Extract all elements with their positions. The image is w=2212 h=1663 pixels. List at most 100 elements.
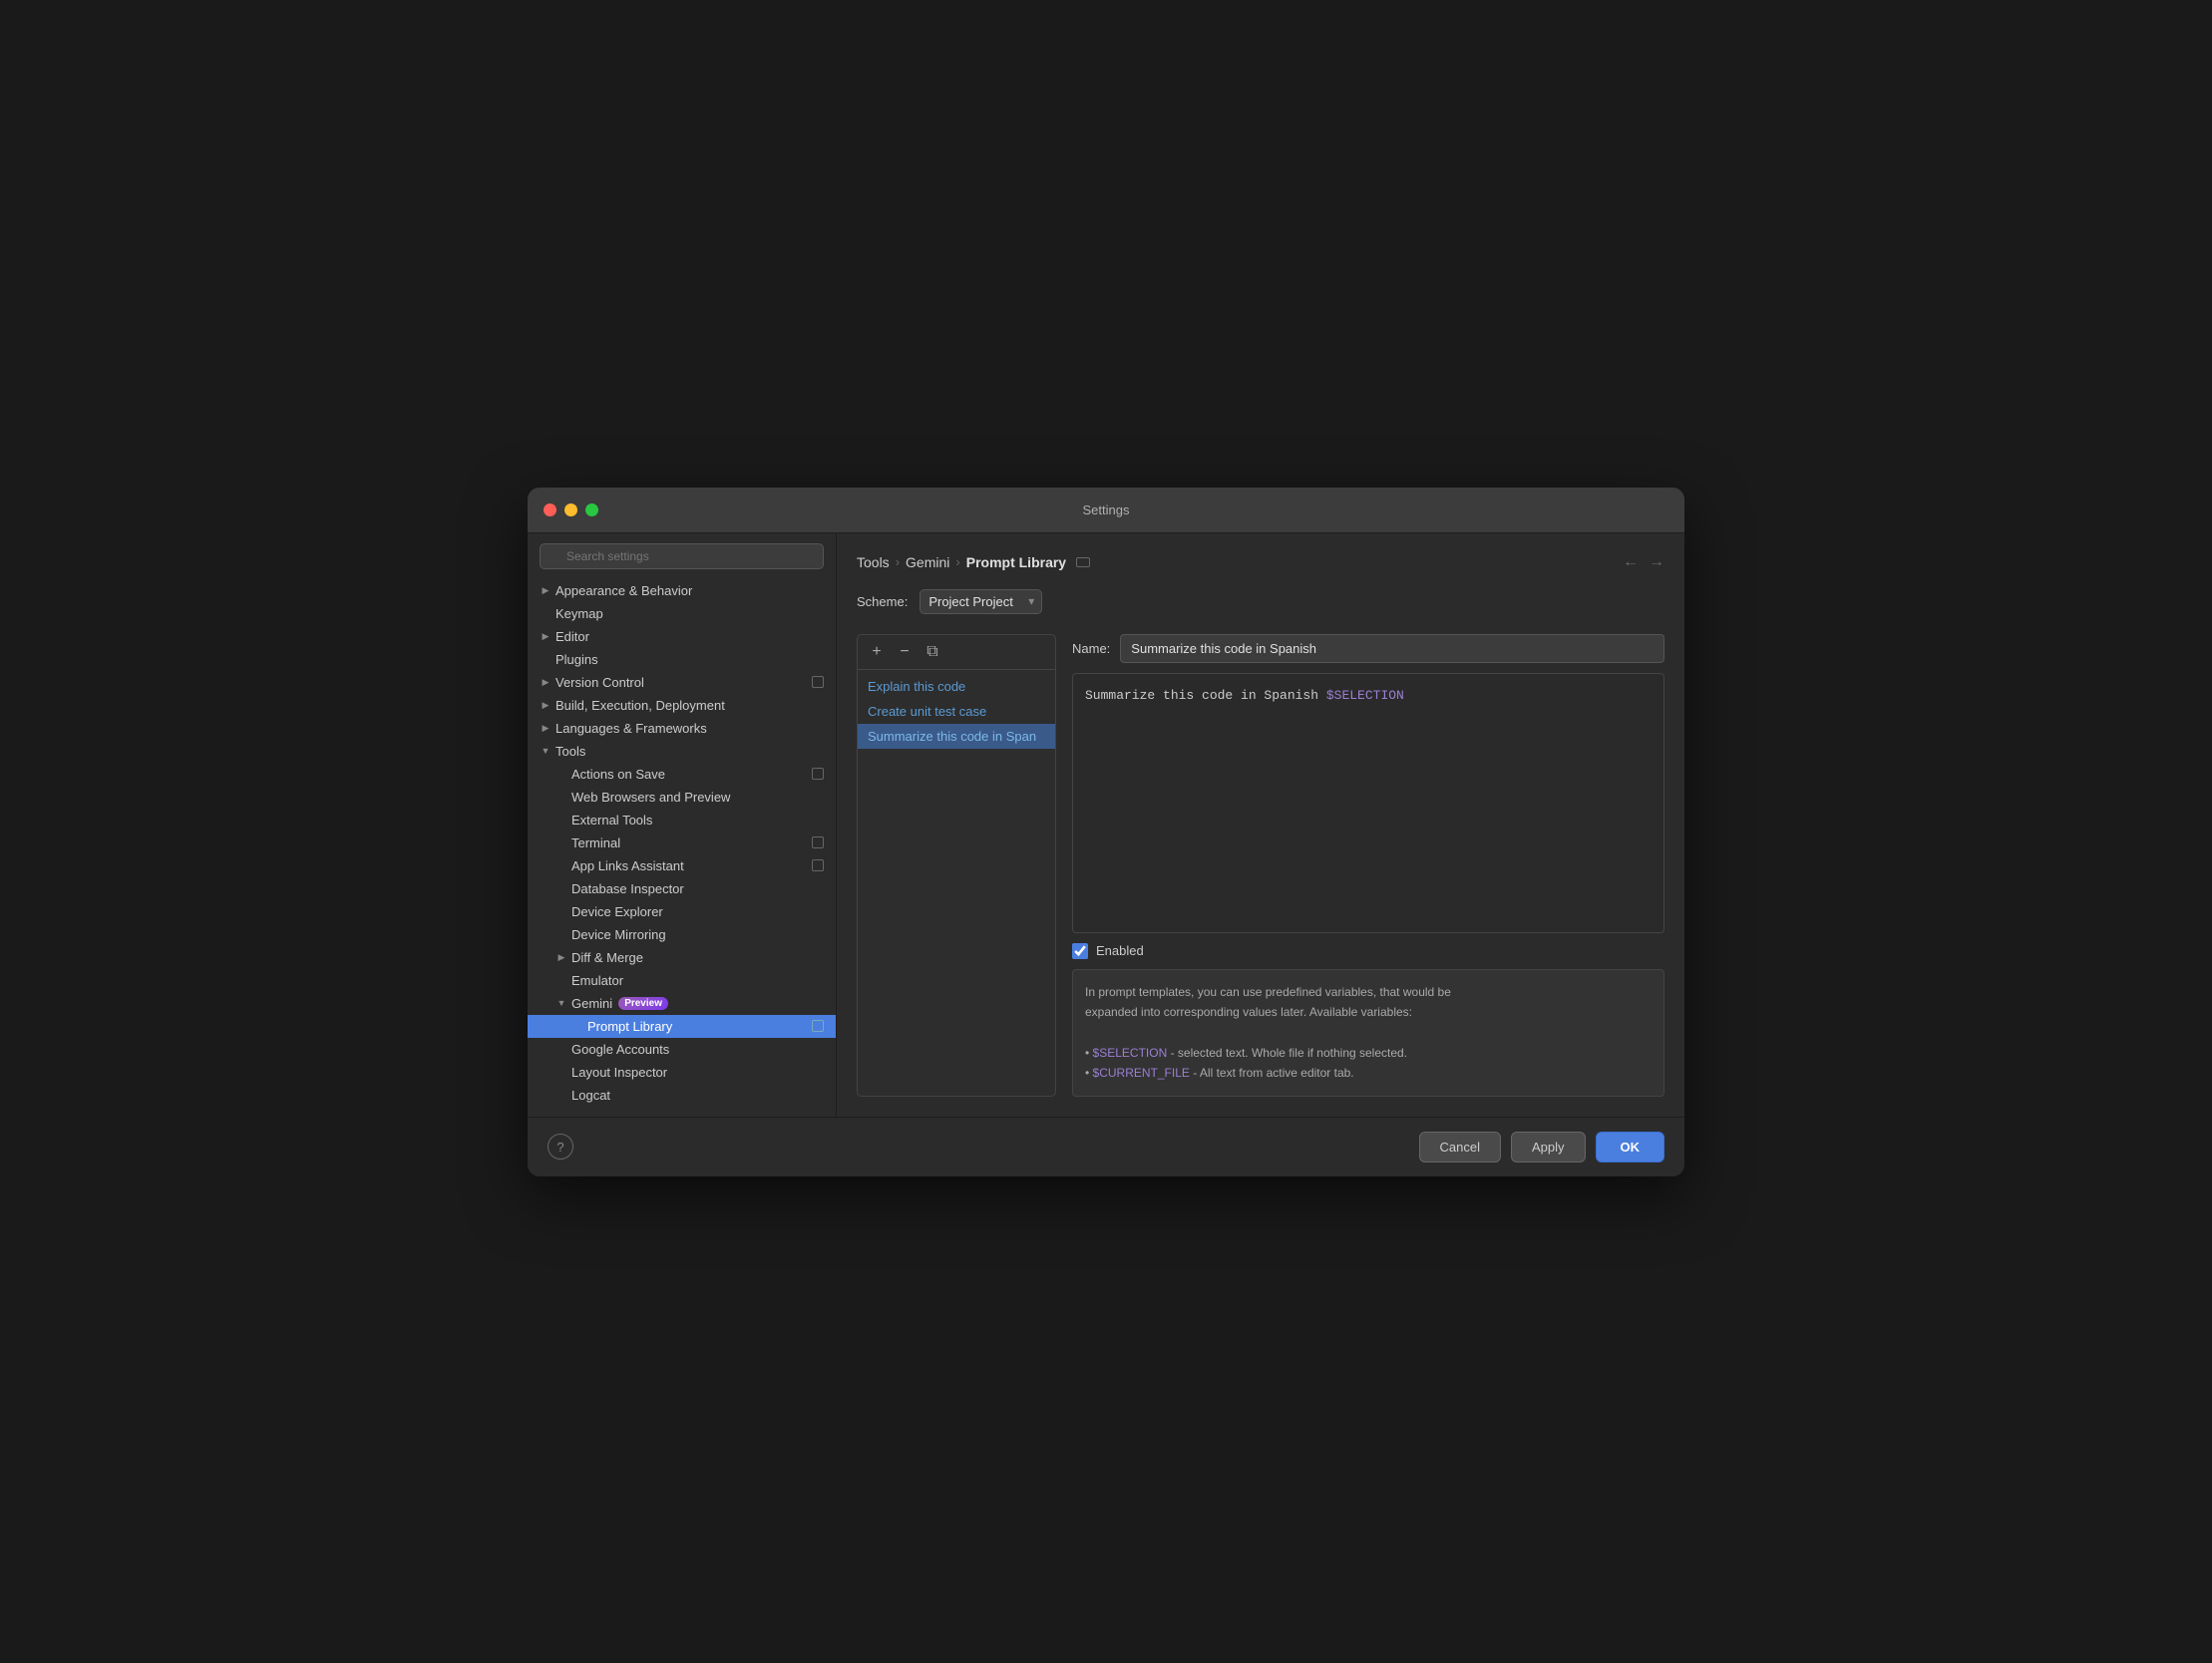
window-title: Settings [1083, 502, 1130, 517]
sidebar-item-editor[interactable]: Editor [528, 625, 836, 648]
prompt-editor-text[interactable]: Summarize this code in Spanish $SELECTIO… [1073, 674, 1663, 719]
close-button[interactable] [544, 503, 556, 516]
sidebar-item-app-links[interactable]: App Links Assistant [528, 854, 836, 877]
name-row: Name: [1072, 634, 1664, 663]
sidebar-item-emulator[interactable]: Emulator [528, 969, 836, 992]
name-input[interactable] [1120, 634, 1664, 663]
sidebar-item-label: Database Inspector [571, 881, 684, 896]
sidebar-item-database-inspector[interactable]: Database Inspector [528, 877, 836, 900]
sidebar-item-label: External Tools [571, 813, 652, 828]
sidebar-item-label: Plugins [555, 652, 598, 667]
sidebar-item-label: Google Accounts [571, 1042, 669, 1057]
nav-back-button[interactable]: ← [1623, 553, 1639, 571]
sidebar-item-label: Prompt Library [587, 1019, 672, 1034]
sidebar-item-plugins[interactable]: Plugins [528, 648, 836, 671]
breadcrumb-tools: Tools [857, 554, 890, 570]
sidebar-item-terminal[interactable]: Terminal [528, 832, 836, 854]
search-input[interactable] [540, 543, 824, 569]
sidebar-item-label: Appearance & Behavior [555, 583, 692, 598]
sidebar-item-label: Diff & Merge [571, 950, 643, 965]
sidebar-item-label: Tools [555, 744, 585, 759]
copy-prompt-button[interactable]: ⧉ [922, 641, 943, 663]
sidebar-item-build[interactable]: Build, Execution, Deployment [528, 694, 836, 717]
arrow-icon [540, 722, 552, 734]
sidebar: Appearance & Behavior Keymap Editor Plug… [528, 533, 837, 1117]
sidebar-item-device-explorer[interactable]: Device Explorer [528, 900, 836, 923]
ok-button[interactable]: OK [1596, 1132, 1665, 1163]
info-box: In prompt templates, you can use predefi… [1072, 969, 1664, 1097]
sidebar-item-gemini[interactable]: Gemini Preview [528, 992, 836, 1015]
minimize-button[interactable] [564, 503, 577, 516]
sidebar-item-label: Editor [555, 629, 589, 644]
var2-highlight: $CURRENT_FILE [1093, 1066, 1190, 1080]
enabled-checkbox[interactable] [1072, 943, 1088, 959]
sidebar-item-appearance[interactable]: Appearance & Behavior [528, 579, 836, 602]
info-line-2: expanded into corresponding values later… [1085, 1005, 1412, 1019]
scheme-select[interactable]: Project Project IDE [920, 589, 1042, 614]
modified-icon [812, 768, 824, 780]
sidebar-item-label: Build, Execution, Deployment [555, 698, 725, 713]
prompt-list: Explain this code Create unit test case … [858, 670, 1055, 1096]
prompt-list-panel: + − ⧉ Explain this code Create unit test… [857, 634, 1056, 1097]
sidebar-item-actions-on-save[interactable]: Actions on Save [528, 763, 836, 786]
enabled-row: Enabled [1072, 943, 1664, 959]
prompt-detail: Name: Summarize this code in Spanish $SE… [1072, 634, 1664, 1097]
prompt-item-label: Summarize this code in Span [868, 729, 1036, 744]
search-bar [540, 543, 824, 569]
prompt-area: + − ⧉ Explain this code Create unit test… [857, 634, 1664, 1097]
arrow-icon [540, 745, 552, 757]
prompt-item-label: Create unit test case [868, 704, 986, 719]
remove-prompt-button[interactable]: − [894, 641, 916, 663]
sidebar-item-version-control[interactable]: Version Control [528, 671, 836, 694]
arrow-icon [540, 676, 552, 688]
sidebar-item-tools[interactable]: Tools [528, 740, 836, 763]
sidebar-item-label: Device Explorer [571, 904, 663, 919]
info-line-3-rest: - selected text. Whole file if nothing s… [1167, 1046, 1407, 1060]
scheme-select-wrapper: Project Project IDE [920, 589, 1042, 614]
scheme-label: Scheme: [857, 594, 908, 609]
variable-highlight: $SELECTION [1326, 688, 1404, 703]
prompt-item-label: Explain this code [868, 679, 965, 694]
modified-icon [812, 859, 824, 871]
sidebar-item-label: App Links Assistant [571, 858, 684, 873]
settings-window: Settings Appearance & Behavior Keymap [528, 488, 1684, 1176]
nav-forward-button[interactable]: → [1649, 553, 1664, 571]
add-prompt-button[interactable]: + [866, 641, 888, 663]
arrow-icon [555, 951, 567, 963]
breadcrumb-icon [1076, 557, 1090, 567]
sidebar-item-google-accounts[interactable]: Google Accounts [528, 1038, 836, 1061]
sidebar-tree: Appearance & Behavior Keymap Editor Plug… [528, 579, 836, 1107]
list-toolbar: + − ⧉ [858, 635, 1055, 670]
sidebar-item-device-mirroring[interactable]: Device Mirroring [528, 923, 836, 946]
sidebar-item-languages[interactable]: Languages & Frameworks [528, 717, 836, 740]
sidebar-item-logcat[interactable]: Logcat [528, 1084, 836, 1107]
sidebar-item-layout-inspector[interactable]: Layout Inspector [528, 1061, 836, 1084]
maximize-button[interactable] [585, 503, 598, 516]
breadcrumb: Tools › Gemini › Prompt Library [857, 554, 1090, 570]
sidebar-item-prompt-library[interactable]: Prompt Library [528, 1015, 836, 1038]
enabled-label: Enabled [1096, 943, 1144, 958]
sidebar-item-diff-merge[interactable]: Diff & Merge [528, 946, 836, 969]
apply-button[interactable]: Apply [1511, 1132, 1586, 1163]
sidebar-item-label: Gemini [571, 996, 612, 1011]
traffic-lights [544, 503, 598, 516]
breadcrumb-current: Prompt Library [966, 554, 1066, 570]
prompt-item-summarize[interactable]: Summarize this code in Span [858, 724, 1055, 749]
sidebar-item-external-tools[interactable]: External Tools [528, 809, 836, 832]
sidebar-item-label: Version Control [555, 675, 644, 690]
prompt-item-unit-test[interactable]: Create unit test case [858, 699, 1055, 724]
cancel-button[interactable]: Cancel [1419, 1132, 1501, 1163]
breadcrumb-sep-1: › [896, 554, 900, 569]
info-line-1: In prompt templates, you can use predefi… [1085, 985, 1451, 999]
sidebar-item-web-browsers[interactable]: Web Browsers and Preview [528, 786, 836, 809]
help-button[interactable]: ? [548, 1134, 573, 1160]
title-bar: Settings [528, 488, 1684, 533]
arrow-icon [540, 699, 552, 711]
info-line-4-rest: - All text from active editor tab. [1190, 1066, 1354, 1080]
prompt-item-explain[interactable]: Explain this code [858, 674, 1055, 699]
main-panel: Tools › Gemini › Prompt Library ← → Sche… [837, 533, 1684, 1117]
sidebar-item-label: Layout Inspector [571, 1065, 667, 1080]
sidebar-item-keymap[interactable]: Keymap [528, 602, 836, 625]
preview-badge: Preview [618, 997, 668, 1010]
sidebar-item-label: Device Mirroring [571, 927, 666, 942]
